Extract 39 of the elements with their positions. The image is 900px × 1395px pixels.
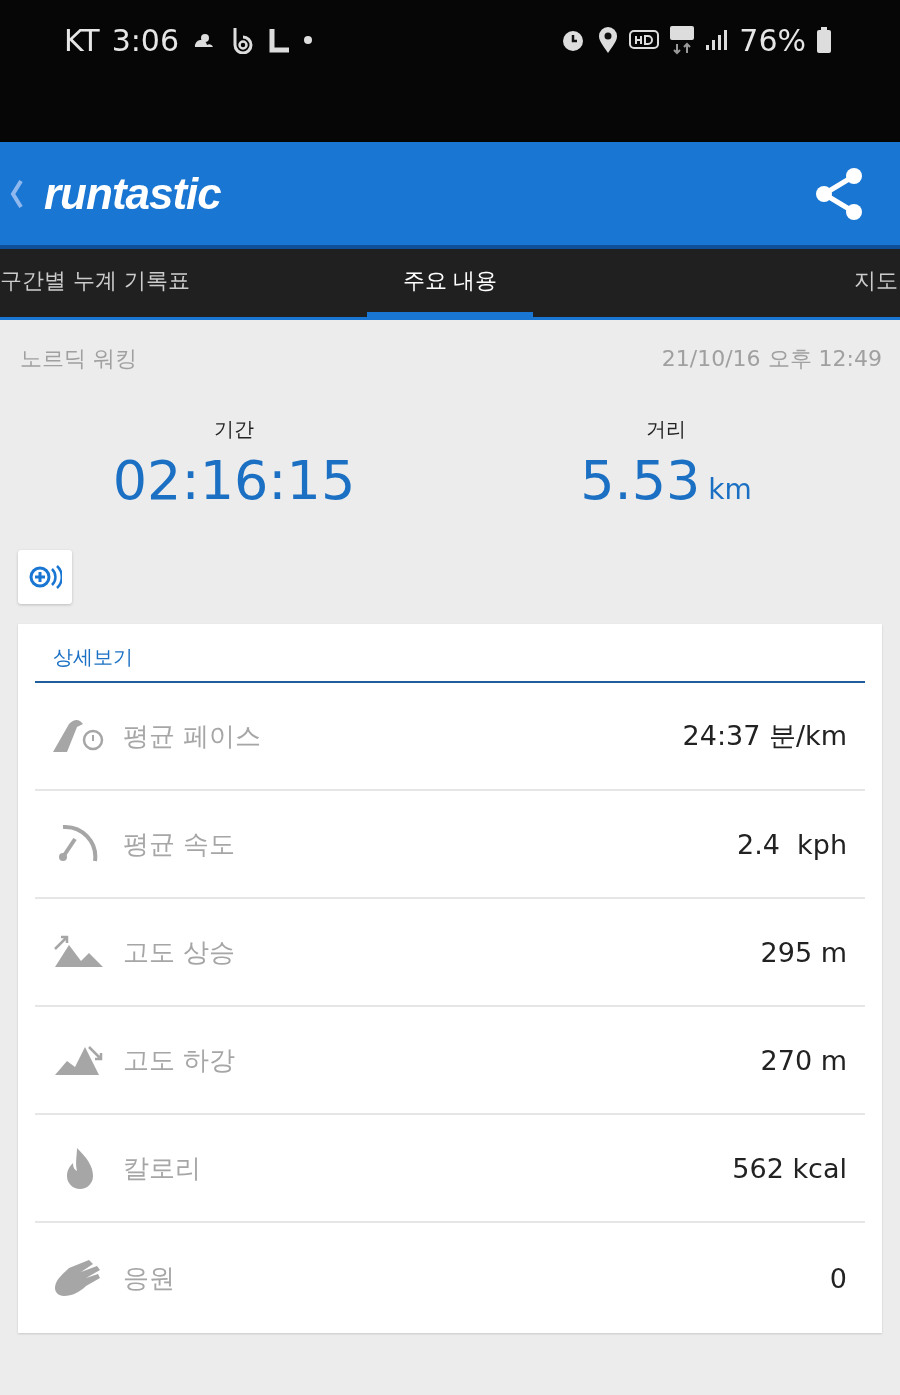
stat-label: 기간 bbox=[214, 416, 254, 443]
stat-label: 거리 bbox=[646, 416, 686, 443]
network-icon bbox=[669, 25, 696, 55]
metric-label: 고도 상승 bbox=[123, 935, 236, 969]
metric-value: 0 bbox=[829, 1262, 847, 1294]
notification-icon bbox=[269, 27, 292, 53]
target-sound-icon bbox=[28, 562, 62, 592]
hd-icon bbox=[629, 28, 660, 52]
tab[interactable]: 주요 내용 bbox=[367, 249, 533, 317]
metric-value: 2.4 kph bbox=[737, 828, 847, 860]
signal-icon bbox=[705, 28, 730, 52]
tab[interactable]: 구간별 누계 기록표 bbox=[0, 249, 367, 317]
stat-value: 02:16:15 bbox=[112, 449, 356, 512]
metric-label: 응원 bbox=[123, 1261, 175, 1295]
dot-icon bbox=[303, 35, 314, 45]
metric-value: 295 m bbox=[760, 936, 847, 968]
tab[interactable]: 지도 bbox=[854, 249, 900, 317]
metric-value: 562 kcal bbox=[732, 1152, 847, 1184]
metric-label: 칼로리 bbox=[123, 1151, 201, 1185]
mountain-down-icon bbox=[53, 1043, 105, 1077]
stat-unit: km bbox=[708, 473, 752, 506]
activity-type: 노르딕 워킹 bbox=[20, 345, 137, 373]
location-icon bbox=[597, 26, 620, 54]
voice-coach-button[interactable] bbox=[18, 550, 72, 604]
details-title: 상세보기 bbox=[35, 624, 865, 683]
metric-label: 평균 속도 bbox=[123, 827, 236, 861]
clock-text: 3:06 bbox=[111, 22, 180, 58]
battery-text: 76% bbox=[739, 22, 806, 58]
metric-label: 평균 페이스 bbox=[123, 719, 262, 753]
battery-icon bbox=[816, 26, 832, 54]
stat-value: 5.53 bbox=[580, 449, 701, 512]
metric-label: 고도 하강 bbox=[123, 1043, 236, 1077]
app-logo: runtastic bbox=[44, 168, 221, 219]
share-icon[interactable] bbox=[814, 166, 864, 221]
metric-value: 270 m bbox=[760, 1044, 847, 1076]
carrier-text: KT bbox=[64, 22, 100, 58]
metric-value: 24:37 분/km bbox=[682, 719, 847, 753]
mountain-up-icon bbox=[53, 935, 105, 969]
activity-date: 21/10/16 오후 12:49 bbox=[661, 345, 882, 373]
